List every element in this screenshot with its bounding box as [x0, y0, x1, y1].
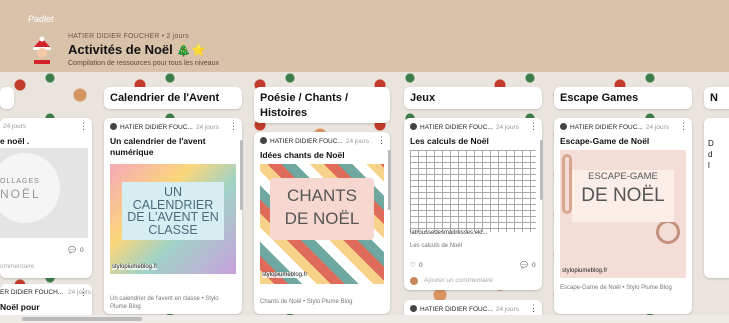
post-age: 24 jours: [195, 124, 219, 131]
post-age: 24 jours: [3, 123, 27, 130]
thumb-text-1: OLLAGES: [0, 178, 40, 185]
post-age: 24 jours: [345, 138, 369, 145]
like-count: 0: [419, 262, 423, 269]
post-thumbnail[interactable]: [410, 150, 536, 232]
post-card-calendrier[interactable]: HATIER DIDIER FOUC... 24 jours ⋮ Un calen…: [104, 118, 242, 314]
column-scrollbar[interactable]: [240, 140, 243, 210]
post-title: Les calculs de Noël: [410, 136, 489, 146]
comment-icon[interactable]: 💬: [520, 261, 528, 269]
link-site: stylopiumeblog.fr: [562, 268, 608, 274]
post-title: e noël .: [0, 136, 30, 146]
current-user-avatar: [410, 277, 418, 285]
post-card-chants[interactable]: HATIER DIDIER FOUC... 24 jours ⋮ Idées ch…: [254, 132, 390, 314]
more-options-icon[interactable]: ⋮: [529, 303, 538, 314]
column-header-calendrier[interactable]: Calendrier de l'Avent: [104, 87, 242, 109]
avatar: [260, 137, 267, 144]
post-author: HATIER DIDIER FOUC...: [270, 138, 343, 145]
avatar: [110, 123, 117, 130]
thumb-text-2: DE NOËL: [581, 185, 665, 206]
post-title: Un calendrier de l'avent numérique: [110, 136, 206, 157]
post-title: Idées chants de Noël: [260, 150, 345, 160]
column-header-escape[interactable]: Escape Games: [554, 87, 692, 109]
link-site: stylopiumeblog.fr: [112, 264, 158, 270]
tree-star-emoji: 🎄⭐: [176, 43, 207, 57]
link-site: stylopiumeblog.fr: [262, 272, 308, 278]
thumb-text-1: ESCAPE-GAME: [588, 171, 658, 182]
avatar: [560, 123, 567, 130]
padlet-logo[interactable]: Padlet: [28, 14, 54, 24]
post-age: 24 jours: [645, 124, 669, 131]
post-age: 24 jours: [495, 124, 519, 131]
comment-count: 0: [532, 262, 536, 269]
comment-count-icon[interactable]: 💬: [68, 246, 76, 254]
more-options-icon[interactable]: ⋮: [377, 135, 386, 146]
column-header-poesie[interactable]: Poésie / Chants / Histoires: [254, 87, 390, 123]
post-thumbnail[interactable]: ESCAPE-GAME DE NOËL stylopiumeblog.fr: [560, 150, 686, 278]
post-author: HATIER DIDIER FOUC...: [420, 306, 493, 313]
post-card-partial-right[interactable]: D d l: [704, 118, 729, 278]
post-description: Un calendrier de l'avent en classe • Sty…: [110, 296, 219, 310]
horizontal-scrollbar-thumb[interactable]: [22, 317, 142, 321]
like-icon[interactable]: ♡: [410, 261, 416, 269]
thumb-text: CHANTS DE NOËL: [284, 186, 360, 228]
more-options-icon[interactable]: ⋮: [679, 121, 688, 132]
board-author: HATIER DIDIER FOUCHER • 2 jours: [68, 33, 189, 40]
column-header-jeux[interactable]: Jeux: [404, 87, 542, 109]
board-subtitle: Compilation de ressources pour tous les …: [68, 60, 219, 67]
post-age: 24 jours: [495, 306, 519, 313]
post-card-escape[interactable]: HATIER DIDIER FOUC... 24 jours ⋮ Escape-G…: [554, 118, 692, 314]
add-comment-input[interactable]: Ajouter un commentaire: [424, 277, 493, 284]
column-scrollbar[interactable]: [540, 140, 543, 200]
avatar: [410, 123, 417, 130]
post-description: Chants de Noël • Stylo Plume Blog: [260, 299, 353, 305]
column-header-partial-left[interactable]: [0, 87, 14, 109]
post-thumbnail[interactable]: UN CALENDRIER DE L'AVENT EN CLASSE stylo…: [110, 164, 236, 274]
add-comment-link[interactable]: ommentaire: [0, 263, 34, 270]
more-options-icon[interactable]: ⋮: [529, 121, 538, 132]
avatar: [410, 305, 417, 312]
link-site: latroussedesmaitresses.ekl...: [410, 230, 488, 236]
column-scrollbar[interactable]: [388, 150, 391, 210]
thumb-text-2: NOËL: [0, 187, 41, 201]
partial-text: D d l: [708, 139, 714, 170]
post-card-collages[interactable]: 24 jours ⋮ e noël . OLLAGES NOËL 💬 0 omm…: [0, 118, 92, 278]
post-description: Les calculs de Noël: [410, 243, 463, 249]
post-card-jeux[interactable]: HATIER DIDIER FOUC... 24 jours ⋮ Les calc…: [404, 118, 542, 290]
comment-count: 0: [80, 247, 84, 254]
post-author: HATIER DIDIER FOUC...: [570, 124, 643, 131]
santa-icon: [33, 36, 51, 64]
page-title-text: Activités de Noël: [68, 42, 173, 57]
post-author: HATIER DIDIER FOUC...: [120, 124, 193, 131]
post-title: Escape-Game de Noël: [560, 136, 650, 146]
post-thumbnail[interactable]: OLLAGES NOËL: [0, 148, 88, 238]
more-options-icon[interactable]: ⋮: [79, 121, 88, 132]
page-title: Activités de Noël 🎄⭐: [68, 42, 206, 57]
thumb-text: UN CALENDRIER DE L'AVENT EN CLASSE: [127, 185, 219, 237]
board-header: Padlet HATIER DIDIER FOUCHER • 2 jours A…: [0, 0, 729, 72]
post-thumbnail[interactable]: CHANTS DE NOËL stylopiumeblog.fr: [260, 164, 384, 284]
more-options-icon[interactable]: ⋮: [229, 121, 238, 132]
post-title: Noël pour: [0, 302, 40, 312]
column-header-partial-right[interactable]: N: [704, 87, 729, 109]
post-description: Escape-Game de Noël • Stylo Plume Blog: [560, 285, 672, 291]
post-author: HATIER DIDIER FOUC...: [420, 124, 493, 131]
post-author: ER DIDIER FOUCH...: [0, 289, 64, 296]
more-options-icon[interactable]: ⋮: [79, 287, 88, 298]
